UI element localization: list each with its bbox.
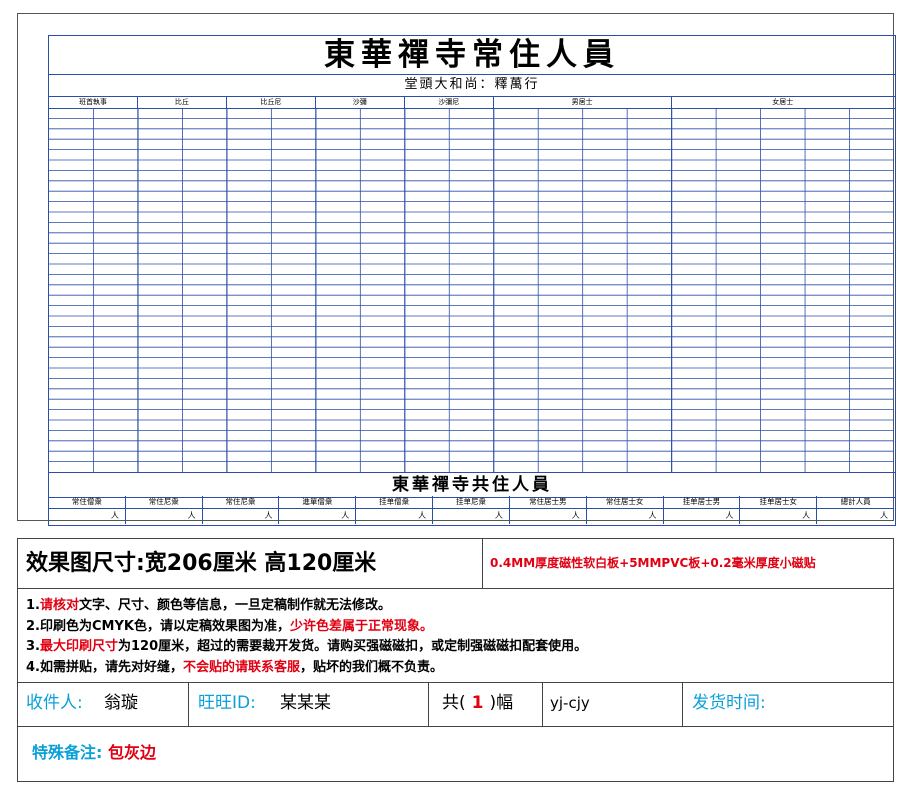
total-unit: 人 [264, 511, 273, 520]
total-unit: 人 [418, 511, 427, 520]
note-highlight: 不会贴的请联系客服 [182, 659, 300, 675]
total-cell: 進單僧衆人 [279, 496, 357, 524]
count-suffix: )幅 [489, 693, 514, 713]
total-unit: 人 [879, 511, 888, 520]
board-preview: 東華禪寺常住人員 堂頭大和尚：釋萬行 班首執事 比丘 比丘尼 沙彌 沙彌尼 男居士 女居士 … [48, 35, 896, 526]
total-cell: 常住僧衆人 [49, 496, 126, 524]
column-header: 班首執事 [49, 96, 138, 108]
material-text: 0.4MM厚度磁性软白板+5MMPVC板+0.2毫米厚度小磁贴 [490, 556, 816, 570]
total-unit: 人 [341, 511, 350, 520]
total-label: 挂单尼衆 [433, 496, 509, 509]
board-title: 東華禪寺常住人員 [49, 36, 895, 75]
note-text: 4.如需拼贴，请先对好缝， [26, 659, 183, 675]
total-cell: 總計人員人 [817, 496, 894, 524]
board-preview-frame: 東華禪寺常住人員 堂頭大和尚：釋萬行 班首執事 比丘 比丘尼 沙彌 沙彌尼 男居士 女居士 … [17, 13, 896, 526]
grid-lines [49, 108, 894, 472]
size-text: 效果图尺寸:宽206厘米 高120厘米 [26, 551, 377, 576]
note-text: 1. [26, 598, 40, 613]
recipient-label: 收件人: [26, 693, 83, 713]
size-row: 效果图尺寸:宽206厘米 高120厘米 0.4MM厚度磁性软白板+5MMPVC板… [18, 539, 893, 589]
total-label: 總計人員 [817, 496, 894, 509]
note-highlight: 最大印刷尺寸 [39, 639, 118, 654]
note-text: 2.印刷色为CMYK色，请以定稿效果图为准， [26, 618, 290, 634]
remark-value: 包灰边 [107, 743, 156, 762]
total-cell: 挂单尼衆人 [433, 496, 510, 524]
count-prefix: 共( [442, 693, 466, 713]
note-highlight: 少许色差属于正常现象。 [289, 618, 433, 634]
total-cell: 挂单居士男人 [663, 496, 741, 524]
total-label: 常住尼衆 [125, 496, 202, 509]
total-cell: 常住尼衆人 [125, 496, 203, 524]
total-unit: 人 [571, 511, 580, 520]
abbot-line: 堂頭大和尚：釋萬行 [49, 74, 895, 97]
divider [482, 539, 483, 588]
column-header: 女居士 [772, 98, 794, 106]
total-label: 進單僧衆 [279, 496, 356, 509]
note-text: 为120厘米，超过的需要裁开发货。请购买强磁磁扣，或定制强磁磁扣配套使用。 [118, 639, 588, 654]
note-text: 文字、尺寸、颜色等信息，一旦定稿制作就无法修改。 [79, 598, 392, 613]
wangwang-value: 某某某 [280, 693, 331, 713]
recipient-value: 翁璇 [104, 693, 138, 713]
note-2: 2.印刷色为CMYK色，请以定稿效果图为准，少许色差属于正常现象。 [26, 617, 893, 638]
note-1: 1.请核对文字、尺寸、颜色等信息，一旦定稿制作就无法修改。 [26, 596, 893, 617]
ship-time-label: 发货时间: [692, 693, 766, 713]
total-label: 挂单僧衆 [356, 496, 433, 509]
column-header: 沙彌尼 [405, 96, 494, 108]
total-label: 常住居士女 [586, 496, 663, 509]
order-info-panel: 效果图尺寸:宽206厘米 高120厘米 0.4MM厚度磁性软白板+5MMPVC板… [17, 538, 894, 782]
total-unit: 人 [802, 511, 811, 520]
wangwang-label: 旺旺ID: [198, 693, 256, 713]
column-header: 比丘 [138, 96, 227, 108]
code-value: yj-cjy [550, 694, 590, 712]
total-unit: 人 [110, 511, 119, 520]
total-unit: 人 [494, 511, 503, 520]
total-unit: 人 [648, 511, 657, 520]
column-header: 沙彌 [316, 96, 405, 108]
total-cell: 挂单居士女人 [740, 496, 818, 524]
note-highlight: 请核对 [39, 598, 79, 613]
column-header: 男居士 [494, 96, 672, 108]
remark: 特殊备注: 包灰边 [32, 739, 156, 763]
recipient-row: 收件人: 翁璇 旺旺ID: 某某某 共(1)幅 yj-cjy 发货时间: [18, 683, 893, 727]
total-unit: 人 [725, 511, 734, 520]
total-label: 常住僧衆 [49, 496, 125, 509]
total-unit: 人 [187, 511, 196, 520]
total-label: 挂单居士男 [663, 496, 740, 509]
divider [428, 683, 429, 726]
roster-grid [49, 108, 895, 472]
note-4: 4.如需拼贴，请先对好缝，不会贴的请联系客服，贴坏的我们概不负责。 [26, 658, 893, 679]
total-cell: 挂单僧衆人 [356, 496, 434, 524]
note-text: 3. [26, 639, 40, 654]
count-value: 1 [471, 693, 484, 713]
column-header: 比丘尼 [227, 96, 316, 108]
divider [188, 683, 189, 726]
count-field: 共(1)幅 [442, 683, 513, 726]
total-label: 常住居士男 [509, 496, 586, 509]
total-cell: 常住居士女人 [586, 496, 664, 524]
divider [682, 683, 683, 726]
total-title: 東華禪寺共住人員 [49, 472, 895, 498]
remark-label: 特殊备注: [32, 743, 103, 762]
notes-section: 1.请核对文字、尺寸、颜色等信息，一旦定稿制作就无法修改。 2.印刷色为CMYK… [18, 588, 893, 683]
note-text: ，贴坏的我们概不负责。 [300, 659, 444, 675]
total-label: 常住尼衆 [202, 496, 279, 509]
total-cell: 常住尼衆人 [202, 496, 280, 524]
total-label: 挂单居士女 [740, 496, 817, 509]
total-cell: 常住居士男人 [509, 496, 587, 524]
divider [542, 683, 543, 726]
totals-row: 常住僧衆人常住尼衆人常住尼衆人進單僧衆人挂单僧衆人挂单尼衆人常住居士男人常住居士… [49, 496, 895, 524]
note-3: 3.最大印刷尺寸为120厘米，超过的需要裁开发货。请购买强磁磁扣，或定制强磁磁扣… [26, 637, 893, 658]
